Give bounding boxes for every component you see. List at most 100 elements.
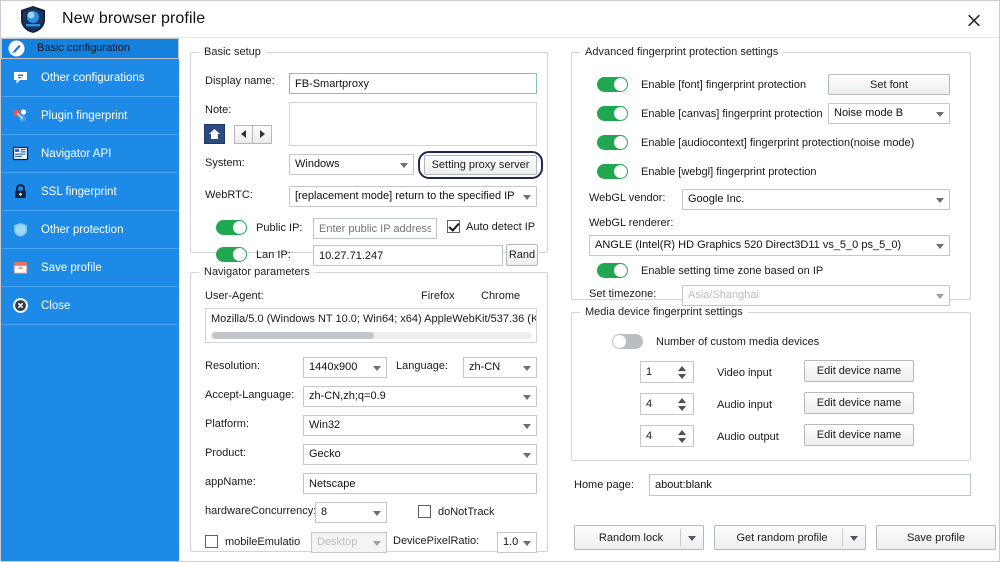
home-icon[interactable] <box>204 124 225 144</box>
video-input-count: 1 <box>646 366 653 378</box>
set-timezone-label: Set timezone: <box>589 288 657 300</box>
window-title: New browser profile <box>62 10 206 27</box>
new-browser-profile-window: New browser profile Basic configuration <box>0 0 1000 562</box>
save-profile-button[interactable]: Save profile <box>876 525 996 550</box>
chevron-down-icon <box>936 243 944 249</box>
shield-icon <box>11 220 30 239</box>
system-select[interactable]: Windows <box>289 154 414 175</box>
sidebar-item-close[interactable]: Close <box>1 287 179 325</box>
user-agent-label: User-Agent: <box>205 290 264 302</box>
sidebar-item-other-protection[interactable]: Other protection <box>1 211 179 249</box>
lan-ip-toggle[interactable] <box>216 247 247 262</box>
system-value: Windows <box>295 158 340 170</box>
webgl-renderer-select[interactable]: ANGLE (Intel(R) HD Graphics 520 Direct3D… <box>589 235 950 256</box>
accept-language-select[interactable]: zh-CN,zh;q=0.9 <box>303 386 537 407</box>
webrtc-select[interactable]: [replacement mode] return to the specifi… <box>289 186 537 207</box>
auto-detect-ip-checkbox[interactable] <box>447 220 460 233</box>
browser-tab-firefox[interactable]: Firefox <box>421 290 455 302</box>
timezone-by-ip-toggle[interactable] <box>597 263 628 278</box>
audio-output-edit-device-name-button[interactable]: Edit device name <box>804 424 914 446</box>
home-page-input[interactable] <box>649 474 971 496</box>
sidebar: Basic configuration Other configurations <box>1 38 179 561</box>
public-ip-input[interactable] <box>313 218 437 239</box>
platform-select[interactable]: Win32 <box>303 415 537 436</box>
platform-row: Platform: <box>205 418 249 430</box>
browser-tab-chrome[interactable]: Chrome <box>481 290 520 302</box>
app-name-row: appName: <box>205 476 256 488</box>
sidebar-item-plugin-fingerprint[interactable]: Plugin fingerprint <box>1 97 179 135</box>
set-timezone-select[interactable]: Asia/Shanghai <box>682 285 950 306</box>
arrow-left-icon[interactable] <box>234 124 253 144</box>
stepper-up-icon[interactable] <box>678 429 686 435</box>
resolution-select[interactable]: 1440x900 <box>303 357 387 378</box>
webgl-vendor-select[interactable]: Google Inc. <box>682 189 950 210</box>
random-lock-button[interactable]: Random lock <box>574 525 704 550</box>
audio-output-stepper[interactable]: 4 <box>640 425 694 447</box>
user-agent-box[interactable]: Mozilla/5.0 (Windows NT 10.0; Win64; x64… <box>205 308 537 343</box>
mobile-emulation-checkbox[interactable] <box>205 535 218 548</box>
set-font-button[interactable]: Set font <box>828 74 950 95</box>
product-select[interactable]: Gecko <box>303 444 537 465</box>
lan-ip-input[interactable] <box>313 245 503 266</box>
stepper-down-icon[interactable] <box>678 437 686 443</box>
language-select[interactable]: zh-CN <box>463 357 537 378</box>
system-row: System: <box>205 157 245 169</box>
webrtc-row: WebRTC: <box>205 189 253 201</box>
mobile-device-select[interactable]: Desktop <box>311 532 387 553</box>
public-ip-toggle[interactable] <box>216 220 247 235</box>
stepper-arrows <box>678 394 686 414</box>
chevron-down-icon[interactable] <box>850 535 858 541</box>
do-not-track-label: doNotTrack <box>438 505 495 518</box>
arrow-right-icon[interactable] <box>253 124 272 144</box>
button-separator <box>842 529 843 546</box>
stepper-down-icon[interactable] <box>678 405 686 411</box>
language-value: zh-CN <box>469 361 501 373</box>
canvas-noise-mode-select[interactable]: Noise mode B <box>828 103 950 124</box>
webgl-vendor-label: WebGL vendor: <box>589 192 666 204</box>
hardware-concurrency-select[interactable]: 8 <box>315 502 387 523</box>
do-not-track-checkbox[interactable] <box>418 505 431 518</box>
setting-proxy-server-button[interactable]: Setting proxy server <box>424 155 537 175</box>
audio-input-stepper[interactable]: 4 <box>640 393 694 415</box>
app-name-input[interactable] <box>303 473 537 494</box>
stepper-up-icon[interactable] <box>678 397 686 403</box>
font-protection-label: Enable [font] fingerprint protection <box>641 78 807 91</box>
navigator-grid-icon <box>11 144 30 163</box>
webrtc-label: WebRTC: <box>205 189 253 201</box>
note-textarea[interactable] <box>289 102 537 146</box>
stepper-arrows <box>678 362 686 382</box>
display-name-input[interactable] <box>289 73 537 94</box>
navigator-legend: Navigator parameters <box>204 266 310 278</box>
sidebar-item-basic-configuration[interactable]: Basic configuration <box>1 38 179 59</box>
audiocontext-protection-toggle[interactable] <box>597 135 628 150</box>
font-protection-toggle[interactable] <box>597 77 628 92</box>
get-random-profile-button[interactable]: Get random profile <box>714 525 866 550</box>
system-label: System: <box>205 157 245 169</box>
stepper-down-icon[interactable] <box>678 373 686 379</box>
canvas-protection-row: Enable [canvas] fingerprint protection <box>597 106 823 121</box>
sidebar-item-navigator-api[interactable]: Navigator API <box>1 135 179 173</box>
stepper-up-icon[interactable] <box>678 365 686 371</box>
chevron-down-icon[interactable] <box>688 535 696 541</box>
device-pixel-ratio-select[interactable]: 1.0 <box>497 532 537 553</box>
sidebar-item-label: Other protection <box>41 223 124 236</box>
webgl-protection-label: Enable [webgl] fingerprint protection <box>641 165 817 178</box>
video-input-stepper[interactable]: 1 <box>640 361 694 383</box>
user-agent-row: User-Agent: <box>205 290 264 302</box>
user-agent-scrollbar-thumb[interactable] <box>212 332 374 339</box>
chevron-down-icon <box>523 394 531 400</box>
sidebar-item-ssl-fingerprint[interactable]: SSL fingerprint <box>1 173 179 211</box>
sidebar-item-other-configurations[interactable]: Other configurations <box>1 59 179 97</box>
close-icon[interactable] <box>961 7 987 33</box>
hardware-concurrency-label: hardwareConcurrency: <box>205 505 317 517</box>
rand-button[interactable]: Rand <box>506 244 538 266</box>
chevron-down-icon <box>523 540 531 546</box>
canvas-protection-toggle[interactable] <box>597 106 628 121</box>
sidebar-item-save-profile[interactable]: Save profile <box>1 249 179 287</box>
webgl-protection-toggle[interactable] <box>597 164 628 179</box>
custom-media-devices-toggle[interactable] <box>612 334 643 349</box>
audio-input-label: Audio input <box>717 399 773 411</box>
video-edit-device-name-button[interactable]: Edit device name <box>804 360 914 382</box>
audio-output-count: 4 <box>646 430 653 442</box>
audio-input-edit-device-name-button[interactable]: Edit device name <box>804 392 914 414</box>
